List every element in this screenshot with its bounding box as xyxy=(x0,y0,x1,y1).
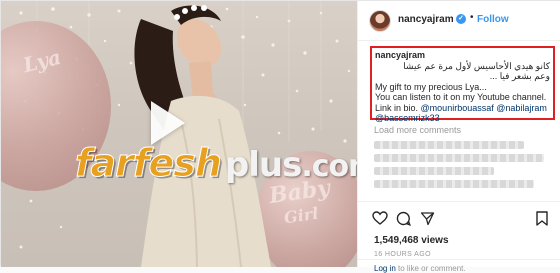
separator-dot: • xyxy=(470,12,474,23)
mention-mounirbouassaf[interactable]: @mounirbouassaf xyxy=(421,103,494,113)
mention-nabilajram[interactable]: @nabilajram xyxy=(496,103,547,113)
blurred-comment xyxy=(374,154,544,162)
caption-link-text: Link in bio. xyxy=(375,102,419,113)
caption-link-line: Link in bio. @mounirbouassaf @nabilajram xyxy=(375,103,550,114)
post-details-panel: nancyajram ✓ • Follow nancyajram كانو هي… xyxy=(357,1,560,273)
share-icon[interactable] xyxy=(420,211,435,226)
heart-icon[interactable] xyxy=(372,211,388,225)
bookmark-icon[interactable] xyxy=(536,211,548,226)
follow-button[interactable]: Follow xyxy=(477,14,509,25)
avatar[interactable] xyxy=(369,10,391,32)
comment-bubble-icon[interactable] xyxy=(396,211,411,226)
post-media[interactable]: Lya Baby Girl farfesh plus .co xyxy=(1,1,357,267)
blurred-comment xyxy=(374,167,494,175)
post-header: nancyajram ✓ • Follow xyxy=(358,1,560,41)
caption-arabic-line-2: وعم بشعر فيا ... xyxy=(489,71,550,81)
verified-badge-icon: ✓ xyxy=(456,14,466,24)
load-more-comments-link[interactable]: Load more comments xyxy=(374,125,461,135)
caption-english-line-1: My gift to my precious Lya... xyxy=(375,81,487,92)
view-count: 1,549,468 views xyxy=(374,235,449,246)
mention-bassemrizk33[interactable]: @bassemrizk33 xyxy=(375,113,440,123)
login-link[interactable]: Log in xyxy=(374,264,396,273)
watermark-com: .com xyxy=(301,149,357,184)
login-prompt: Log in to like or comment. xyxy=(358,259,560,273)
blurred-comment xyxy=(374,180,534,188)
woman-figure xyxy=(134,5,271,267)
post-timestamp: 16 HOURS AGO xyxy=(374,251,431,258)
caption-english-line-2: You can listen to it on my Youtube chann… xyxy=(375,92,547,102)
caption-arabic-line-1: كانو هيدي الأحاسيس لأول مرة عم عيشا xyxy=(403,60,550,71)
watermark-plus: plus xyxy=(224,145,302,185)
login-text: to like or comment. xyxy=(395,264,466,273)
watermark-main: farfesh xyxy=(75,141,223,186)
watermark: farfesh plus .com xyxy=(75,141,357,186)
instagram-post: Lya Baby Girl farfesh plus .co nancyajra… xyxy=(0,0,560,273)
blurred-comment xyxy=(374,141,524,149)
header-username[interactable]: nancyajram xyxy=(398,14,454,25)
action-bar xyxy=(358,201,560,226)
play-icon[interactable] xyxy=(151,101,185,145)
caption-highlight-box: nancyajram كانو هيدي الأحاسيس لأول مرة ع… xyxy=(370,46,555,123)
caption-username[interactable]: nancyajram xyxy=(375,50,425,60)
